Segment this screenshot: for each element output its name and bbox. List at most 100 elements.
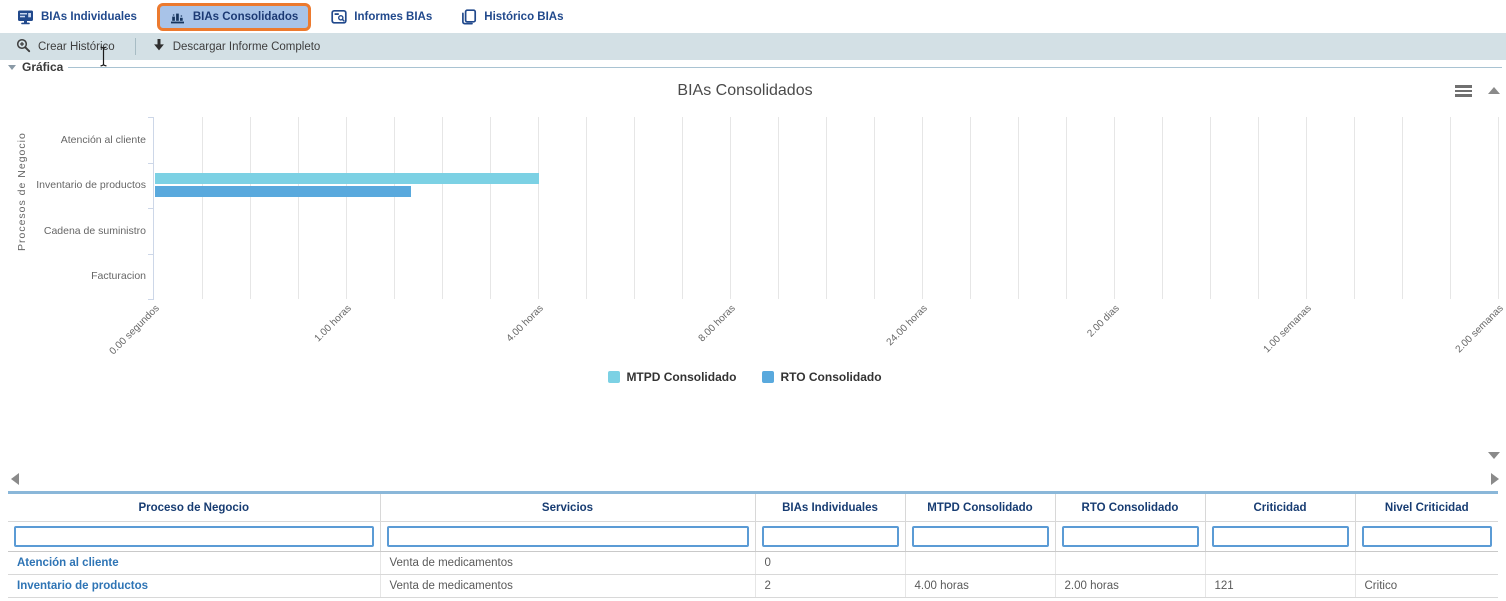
column-header[interactable]: Nivel Criticidad (1355, 493, 1498, 522)
legend-item[interactable]: RTO Consolidado (762, 370, 881, 384)
category-label: Cadena de suministro (44, 223, 146, 239)
grafica-section-header[interactable]: Gráfica (0, 60, 1506, 74)
scroll-down-icon[interactable] (1488, 452, 1500, 459)
gridline (826, 117, 827, 299)
zoom-plus-icon (16, 38, 31, 56)
filter-cell (905, 522, 1055, 552)
gridline (970, 117, 971, 299)
horizontal-scrollbar[interactable] (0, 466, 1506, 491)
chart-bar (155, 173, 539, 184)
filter-cell (1055, 522, 1205, 552)
gridline (250, 117, 251, 299)
gridline (586, 117, 587, 299)
column-header[interactable]: MTPD Consolidado (905, 493, 1055, 522)
tab-historico-bias[interactable]: Histórico BIAs (452, 4, 572, 30)
toolbar-button-label: Descargar Informe Completo (173, 41, 321, 53)
filter-cell (8, 522, 380, 552)
column-header[interactable]: BIAs Individuales (755, 493, 905, 522)
y-axis-tick (148, 299, 154, 300)
x-tick-label: 24.00 horas (885, 303, 930, 348)
chart-title: BIAs Consolidados (0, 82, 1490, 100)
legend-item[interactable]: MTPD Consolidado (608, 370, 736, 384)
chart-menu-icon[interactable] (1455, 85, 1472, 99)
filter-input[interactable] (762, 526, 899, 547)
scroll-up-icon[interactable] (1488, 87, 1500, 94)
gridline (1402, 117, 1403, 299)
gridline (874, 117, 875, 299)
text-cursor-pointer (99, 46, 108, 72)
section-title: Gráfica (22, 60, 63, 74)
chart-legend: MTPD Consolidado RTO Consolidado (0, 370, 1490, 384)
table-cell: Venta de medicamentos (380, 575, 755, 598)
bar-chart-icon (170, 9, 186, 25)
filter-input[interactable] (14, 526, 374, 547)
clipboard-icon (461, 9, 477, 25)
gridline (1306, 117, 1307, 299)
filter-input[interactable] (387, 526, 749, 547)
column-header[interactable]: RTO Consolidado (1055, 493, 1205, 522)
legend-swatch (762, 371, 774, 383)
column-header[interactable]: Proceso de Negocio (8, 493, 380, 522)
category-label: Inventario de productos (36, 177, 146, 193)
gridline (346, 117, 347, 299)
gridline (1162, 117, 1163, 299)
tab-bias-individuales[interactable]: BIAs Individuales (8, 4, 146, 30)
tab-bar: BIAs Individuales BIAs Consolidados Info… (0, 0, 1506, 33)
gridline (1450, 117, 1451, 299)
tab-bias-consolidados[interactable]: BIAs Consolidados (157, 3, 311, 31)
table-cell: 2 (755, 575, 905, 598)
table-cell: 2.00 horas (1055, 575, 1205, 598)
gridline (442, 117, 443, 299)
filter-cell (1355, 522, 1498, 552)
table-cell (905, 552, 1055, 575)
column-header[interactable]: Criticidad (1205, 493, 1355, 522)
x-tick-label: 2.00 dias (1085, 303, 1121, 339)
filter-input[interactable] (1362, 526, 1493, 547)
x-tick-label: 4.00 horas (505, 303, 546, 344)
table-filter-row (8, 522, 1498, 552)
app-root: BIAs Individuales BIAs Consolidados Info… (0, 0, 1506, 601)
y-axis-tick (148, 208, 154, 209)
toolbar-separator (135, 38, 136, 55)
gridline (922, 117, 923, 299)
tab-label: Informes BIAs (354, 11, 432, 23)
filter-cell (755, 522, 905, 552)
table-cell: Venta de medicamentos (380, 552, 755, 575)
plot-area: Atención al clienteInventario de product… (153, 117, 1497, 299)
toolbar: Crear Histórico Descargar Informe Comple… (0, 33, 1506, 60)
table-header-row: Proceso de NegocioServiciosBIAs Individu… (8, 493, 1498, 522)
y-axis-tick (148, 254, 154, 255)
table-cell (1055, 552, 1205, 575)
column-header[interactable]: Servicios (380, 493, 755, 522)
y-axis-tick (148, 163, 154, 164)
tab-informes-bias[interactable]: Informes BIAs (322, 4, 441, 30)
x-tick-label: 1.00 horas (313, 303, 354, 344)
process-link[interactable]: Atención al cliente (8, 552, 380, 575)
section-divider (68, 67, 1502, 68)
report-search-icon (331, 9, 347, 25)
gridline (1114, 117, 1115, 299)
scroll-right-icon[interactable] (1491, 473, 1499, 485)
filter-input[interactable] (1212, 526, 1349, 547)
table-cell (1355, 552, 1498, 575)
descargar-informe-button[interactable]: Descargar Informe Completo (152, 38, 321, 55)
filter-cell (1205, 522, 1355, 552)
gridline (634, 117, 635, 299)
gridline (490, 117, 491, 299)
table-cell: 0 (755, 552, 905, 575)
legend-swatch (608, 371, 620, 383)
legend-label: MTPD Consolidado (626, 370, 736, 384)
table-cell: Critico (1355, 575, 1498, 598)
gridline (1210, 117, 1211, 299)
table-cell (1205, 552, 1355, 575)
gridline (730, 117, 731, 299)
filter-input[interactable] (912, 526, 1049, 547)
filter-input[interactable] (1062, 526, 1199, 547)
process-link[interactable]: Inventario de productos (8, 575, 380, 598)
scroll-left-icon[interactable] (11, 473, 19, 485)
gridline (1498, 117, 1499, 299)
gridline (1258, 117, 1259, 299)
gridline (778, 117, 779, 299)
monitor-icon (17, 9, 34, 25)
bias-table: Proceso de NegocioServiciosBIAs Individu… (8, 491, 1498, 598)
